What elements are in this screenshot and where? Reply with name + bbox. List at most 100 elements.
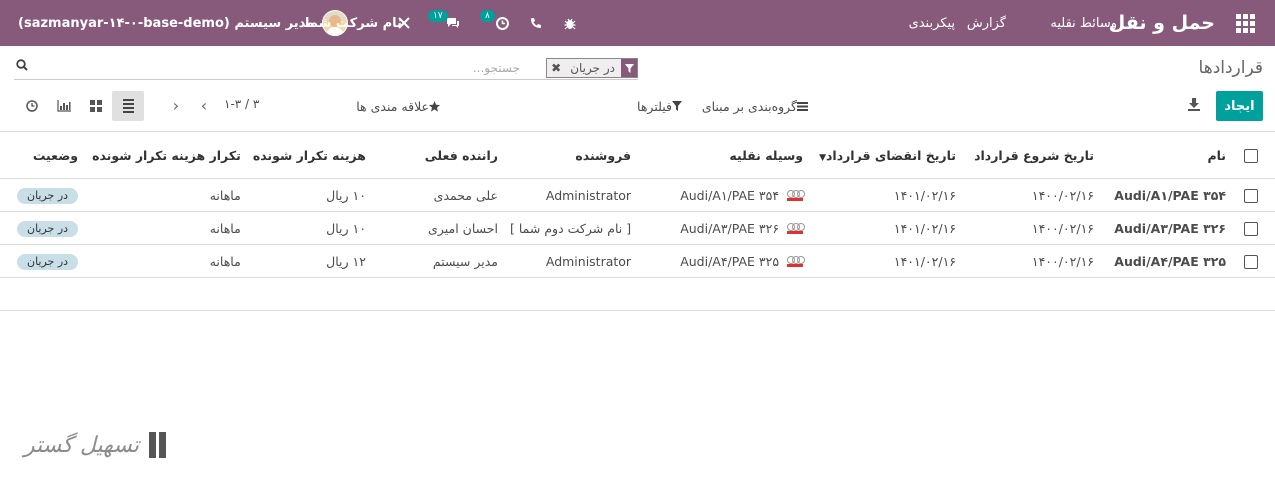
clock-view-icon bbox=[26, 100, 38, 112]
top-navbar: حمل و نقل وسائط نقلیه گزارش پیکربندی مدی… bbox=[0, 0, 1275, 46]
column-vehicle[interactable]: وسیله نقلیه bbox=[637, 131, 810, 179]
contracts-table: نام تاریخ شروع قرارداد تاریخ انقضای قرار… bbox=[0, 131, 1275, 311]
search-input[interactable] bbox=[158, 58, 522, 78]
list-view-icon bbox=[122, 99, 134, 113]
chat-icon bbox=[447, 18, 459, 28]
watermark-logo bbox=[149, 432, 171, 458]
groupby-dropdown[interactable]: گروه‌بندی بر مبنای bbox=[702, 91, 812, 121]
vendor-name: Administrator bbox=[545, 253, 632, 269]
column-driver[interactable]: راننده فعلی bbox=[371, 131, 504, 179]
cell-start-date: ۱۴۰۰/۰۲/۱۶ bbox=[962, 244, 1100, 278]
select-all-checkbox[interactable] bbox=[1244, 148, 1258, 163]
app-title[interactable]: حمل و نقل bbox=[1109, 0, 1215, 46]
column-name[interactable]: نام bbox=[1100, 131, 1232, 179]
row-checkbox-cell bbox=[1232, 244, 1275, 278]
cell-name: Audi/A۳/PAE ۳۲۶ bbox=[1100, 211, 1232, 245]
favorites-label: علاقه مندی ها bbox=[356, 98, 429, 114]
search-facet: ✖ در جریان bbox=[546, 58, 638, 78]
cell-status: در جریان bbox=[0, 211, 87, 245]
vehicle-name: Audi/A۱/PAE ۳۵۴ bbox=[680, 187, 780, 203]
column-recurring-cost[interactable]: هزینه تکرار شونده bbox=[246, 131, 372, 179]
column-status[interactable]: وضعیت bbox=[0, 131, 87, 179]
column-vendor[interactable]: فروشنده bbox=[503, 131, 638, 179]
cell-status: در جریان bbox=[0, 178, 87, 212]
row-checkbox[interactable] bbox=[1244, 188, 1258, 203]
company-switcher[interactable]: نام شرکت شما bbox=[305, 0, 402, 46]
search-bar: ✖ در جریان bbox=[14, 57, 638, 80]
filter-funnel-icon bbox=[672, 101, 682, 111]
graph-view-button[interactable] bbox=[48, 91, 80, 121]
search-icon[interactable] bbox=[16, 59, 28, 74]
activity-menu[interactable]: ۸ bbox=[478, 0, 510, 46]
cell-vehicle: Audi/A۳/PAE ۳۲۶ bbox=[637, 211, 810, 245]
row-checkbox-cell bbox=[1232, 178, 1275, 212]
filters-label: فیلترها bbox=[637, 98, 672, 114]
table-row[interactable]: Audi/A۳/PAE ۳۲۶ ۱۴۰۰/۰۲/۱۶ ۱۴۰۱/۰۲/۱۶ Au… bbox=[0, 211, 1275, 245]
debug-tools-icon[interactable] bbox=[396, 0, 412, 46]
menu-configuration[interactable]: پیکربندی bbox=[909, 0, 955, 46]
facet-remove-icon[interactable]: ✖ bbox=[547, 61, 564, 75]
cell-cost-frequency: ماهانه bbox=[86, 211, 247, 245]
apps-menu-icon[interactable] bbox=[1225, 0, 1265, 46]
row-checkbox[interactable] bbox=[1244, 254, 1258, 269]
activities-count-badge: ۸ bbox=[480, 10, 495, 22]
cell-start-date: ۱۴۰۰/۰۲/۱۶ bbox=[962, 211, 1100, 245]
company-name: نام شرکت شما bbox=[305, 15, 402, 31]
contract-name: Audi/A۱/PAE ۳۵۴ bbox=[1114, 187, 1226, 203]
cell-driver: مدیر سیستم bbox=[371, 244, 504, 278]
audi-logo-icon bbox=[787, 256, 806, 268]
contract-name: Audi/A۴/PAE ۳۲۵ bbox=[1114, 253, 1226, 269]
vendor-name: Administrator bbox=[545, 187, 632, 203]
cell-recurring-cost: ۱۲ ریال bbox=[246, 244, 372, 278]
audi-logo-icon bbox=[787, 190, 806, 202]
kanban-view-button[interactable] bbox=[80, 91, 112, 121]
pager-previous-icon[interactable]: ‹ bbox=[193, 94, 215, 116]
pager-value[interactable]: ۱-۳ / ۳ bbox=[224, 97, 259, 111]
bug-icon[interactable] bbox=[562, 0, 578, 46]
cell-expiration-date: ۱۴۰۱/۰۲/۱۶ bbox=[809, 178, 962, 212]
cell-vendor: Administrator bbox=[503, 244, 638, 278]
watermark: تسهیل گستر bbox=[24, 425, 171, 465]
user-menu[interactable]: مدیر سیستم (sazmanyar-۱۴-۰-base-demo) bbox=[18, 0, 349, 46]
cell-start-date: ۱۴۰۰/۰۲/۱۶ bbox=[962, 178, 1100, 212]
column-cost-frequency[interactable]: تکرار هزینه تکرار شونده bbox=[86, 131, 247, 179]
contract-name: Audi/A۳/PAE ۳۲۶ bbox=[1114, 220, 1226, 236]
breadcrumb: قراردادها bbox=[1198, 58, 1263, 78]
status-badge: در جریان bbox=[16, 187, 79, 204]
messages-count-badge: ۱۷ bbox=[428, 10, 448, 22]
vehicle-name: Audi/A۴/PAE ۳۲۵ bbox=[680, 253, 780, 269]
user-name: مدیر سیستم (sazmanyar-۱۴-۰-base-demo) bbox=[18, 15, 315, 31]
cell-name: Audi/A۴/PAE ۳۲۵ bbox=[1100, 244, 1232, 278]
table-row[interactable]: Audi/A۱/PAE ۳۵۴ ۱۴۰۰/۰۲/۱۶ ۱۴۰۱/۰۲/۱۶ Au… bbox=[0, 178, 1275, 212]
column-expiration-date[interactable]: تاریخ انقضای قرارداد▼ bbox=[809, 131, 962, 179]
cell-recurring-cost: ۱۰ ریال bbox=[246, 211, 372, 245]
cell-recurring-cost: ۱۰ ریال bbox=[246, 178, 372, 212]
cell-status: در جریان bbox=[0, 244, 87, 278]
phone-icon[interactable] bbox=[528, 0, 544, 46]
kanban-view-icon bbox=[90, 100, 102, 112]
cell-vehicle: Audi/A۱/PAE ۳۵۴ bbox=[637, 178, 810, 212]
bar-chart-icon bbox=[57, 100, 71, 112]
sort-desc-icon: ▼ bbox=[819, 152, 826, 163]
status-badge: در جریان bbox=[16, 253, 79, 270]
menu-vehicles[interactable]: وسائط نقلیه bbox=[1050, 0, 1117, 46]
cell-vendor: Administrator bbox=[503, 178, 638, 212]
cell-vendor: [ نام شرکت دوم شما ] bbox=[503, 211, 638, 245]
star-icon bbox=[429, 100, 440, 112]
download-icon[interactable] bbox=[1187, 97, 1201, 111]
filters-dropdown[interactable]: فیلترها bbox=[637, 91, 686, 121]
list-view-button[interactable] bbox=[112, 91, 144, 121]
column-start-date[interactable]: تاریخ شروع قرارداد bbox=[962, 131, 1100, 179]
pager-next-icon[interactable]: › bbox=[165, 94, 187, 116]
menu-reporting[interactable]: گزارش bbox=[967, 0, 1006, 46]
favorites-dropdown[interactable]: علاقه مندی ها bbox=[356, 91, 444, 121]
create-button[interactable]: ایجاد bbox=[1216, 91, 1263, 121]
audi-logo-icon bbox=[787, 223, 806, 235]
activity-view-button[interactable] bbox=[16, 91, 48, 121]
empty-row bbox=[0, 277, 1275, 311]
table-row[interactable]: Audi/A۴/PAE ۳۲۵ ۱۴۰۰/۰۲/۱۶ ۱۴۰۱/۰۲/۱۶ Au… bbox=[0, 244, 1275, 278]
messaging-menu[interactable]: ۱۷ bbox=[426, 0, 462, 46]
row-checkbox[interactable] bbox=[1244, 221, 1258, 236]
watermark-text: تسهیل گستر bbox=[24, 432, 140, 458]
cell-expiration-date: ۱۴۰۱/۰۲/۱۶ bbox=[809, 244, 962, 278]
